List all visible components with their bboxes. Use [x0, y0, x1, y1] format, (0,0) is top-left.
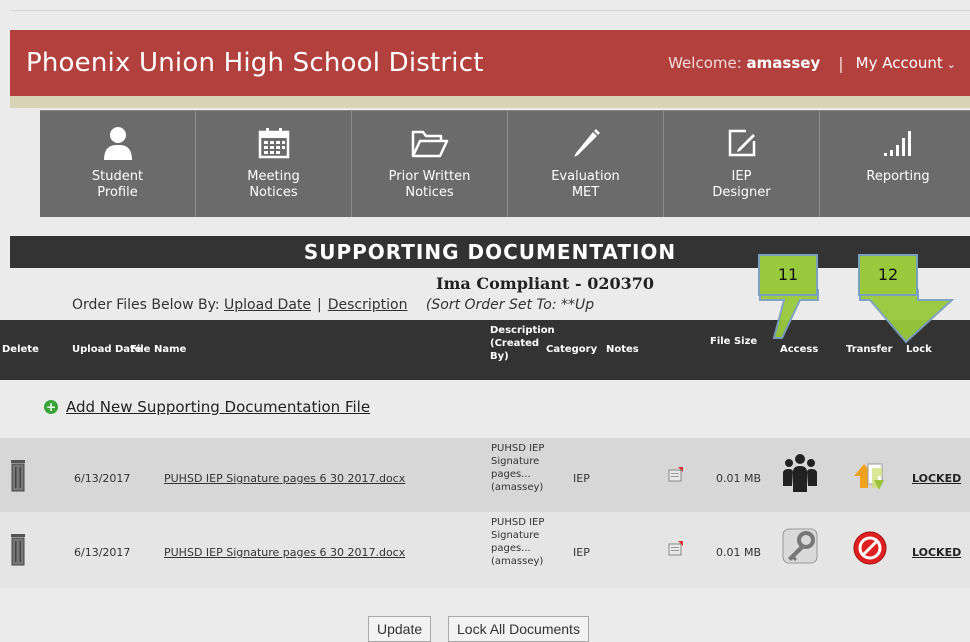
description: PUHSD IEP Signature pages... (amassey)	[491, 517, 545, 567]
signal-bars-icon	[883, 123, 913, 163]
col-notes: Notes	[606, 344, 639, 355]
callout-label-11: 11	[758, 254, 818, 296]
edit-box-icon	[726, 123, 758, 163]
update-button[interactable]: Update	[368, 616, 432, 642]
sort-upload-date-link[interactable]: Upload Date	[224, 297, 311, 313]
app-header: Phoenix Union High School District Welco…	[10, 30, 970, 96]
add-new-file-link[interactable]: + Add New Supporting Documentation File	[44, 398, 370, 416]
description: PUHSD IEP Signature pages... (amassey)	[491, 443, 545, 493]
nav-label: Meeting Notices	[247, 169, 300, 200]
pencil-icon	[570, 123, 602, 163]
nav-label: Student Profile	[91, 169, 144, 200]
trash-icon[interactable]	[10, 532, 26, 569]
file-size: 0.01 MB	[716, 546, 762, 559]
welcome-prefix: Welcome:	[668, 54, 742, 72]
category: IEP	[573, 546, 590, 559]
add-new-label[interactable]: Add New Supporting Documentation File	[66, 398, 370, 416]
file-name-link[interactable]: PUHSD IEP Signature pages 6 30 2017.docx	[164, 546, 405, 559]
col-file-name: File Name	[130, 344, 187, 355]
my-account-menu[interactable]: My Account ⌄	[856, 54, 956, 72]
callout-label-12: 12	[858, 254, 918, 296]
file-size: 0.01 MB	[716, 472, 762, 485]
nav-label: Prior Written Notices	[388, 169, 471, 200]
lock-status-link[interactable]: LOCKED	[912, 472, 961, 485]
chevron-down-icon: ⌄	[946, 58, 956, 71]
welcome-text: Welcome: amassey	[668, 54, 820, 72]
sort-order-note: (Sort Order Set To: **Up	[425, 297, 595, 313]
order-separator: |	[317, 297, 322, 313]
table-row: 6/13/2017 PUHSD IEP Signature pages 6 30…	[0, 512, 970, 588]
sort-order-bar: Order Files Below By: Upload Date | Descri…	[72, 297, 594, 313]
calendar-icon	[258, 123, 290, 163]
lock-status-link[interactable]: LOCKED	[912, 546, 961, 559]
sort-description-link[interactable]: Description	[328, 297, 408, 313]
category: IEP	[573, 472, 590, 485]
nav-label: IEP Designer	[712, 169, 771, 200]
nav-label: Evaluation MET	[551, 169, 620, 200]
folder-icon	[411, 123, 449, 163]
nav-prior-written-notices[interactable]: Prior Written Notices	[352, 111, 508, 217]
trash-icon[interactable]	[10, 458, 26, 495]
lock-all-documents-button[interactable]: Lock All Documents	[448, 616, 589, 642]
nav-iep-designer[interactable]: IEP Designer	[664, 111, 820, 217]
col-delete: Delete	[2, 344, 39, 355]
upload-date: 6/13/2017	[74, 472, 131, 485]
nav-evaluation-met[interactable]: Evaluation MET	[508, 111, 664, 217]
header-accent-strip	[10, 96, 970, 108]
top-divider	[10, 10, 970, 11]
nav-meeting-notices[interactable]: Meeting Notices	[196, 111, 352, 217]
nav-label: Reporting	[866, 169, 930, 184]
group-icon[interactable]	[780, 452, 820, 495]
header-separator: |	[838, 53, 844, 73]
table-row: 6/13/2017 PUHSD IEP Signature pages 6 30…	[0, 438, 970, 514]
upload-date: 6/13/2017	[74, 546, 131, 559]
plus-circle-icon: +	[44, 400, 58, 414]
nav-reporting[interactable]: Reporting	[820, 111, 970, 217]
transfer-icon[interactable]	[850, 454, 890, 497]
nav-student-profile[interactable]: Student Profile	[40, 111, 196, 217]
user-icon	[103, 123, 133, 163]
no-entry-icon[interactable]	[850, 528, 890, 571]
file-name-link[interactable]: PUHSD IEP Signature pages 6 30 2017.docx	[164, 472, 405, 485]
order-label: Order Files Below By:	[72, 297, 220, 313]
main-nav: Student Profile Meeting Notices Prior Writ…	[40, 110, 970, 217]
key-icon[interactable]	[780, 526, 820, 569]
note-icon[interactable]	[668, 466, 684, 485]
col-category: Category	[546, 344, 598, 355]
district-title: Phoenix Union High School District	[26, 48, 484, 78]
username: amassey	[746, 54, 821, 72]
my-account-label[interactable]: My Account	[856, 54, 943, 72]
note-icon[interactable]	[668, 540, 684, 559]
